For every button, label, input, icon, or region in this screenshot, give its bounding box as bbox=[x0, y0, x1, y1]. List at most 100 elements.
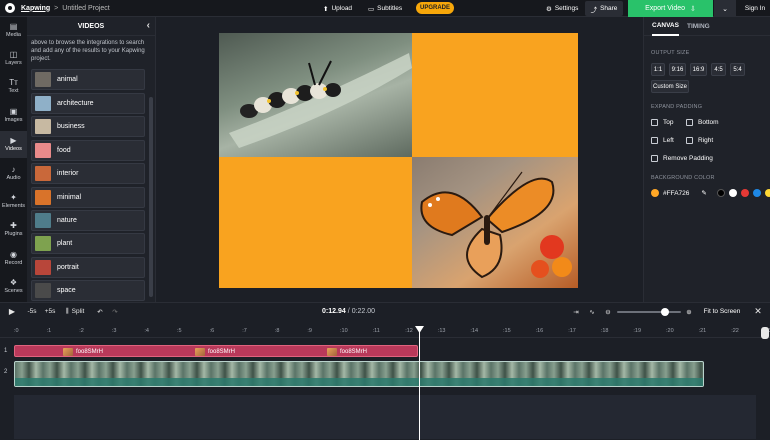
video-clip[interactable] bbox=[14, 361, 704, 387]
clip-thumbnail bbox=[63, 348, 73, 356]
chevron-left-icon[interactable]: ‹ bbox=[147, 20, 150, 31]
zoom-in-icon: ⊕ bbox=[686, 308, 692, 316]
play-button[interactable]: ▶ bbox=[6, 303, 18, 320]
nav-label: Videos bbox=[5, 146, 22, 152]
audio-clip[interactable]: foo8SMrH foo8SMrH foo8SMrH bbox=[14, 345, 418, 357]
nav-videos[interactable]: ▶ Videos bbox=[0, 131, 27, 158]
swatch-blue[interactable] bbox=[752, 189, 761, 197]
current-color-swatch[interactable] bbox=[651, 189, 659, 197]
output-size-title: OUTPUT SIZE bbox=[651, 50, 690, 56]
properties-tabs: CANVAS TIMING bbox=[644, 17, 770, 36]
nav-text[interactable]: Tт Text bbox=[0, 73, 27, 100]
collapse-tracks-button[interactable]: ⇥ bbox=[570, 303, 582, 320]
padding-top-checkbox[interactable]: Top bbox=[651, 119, 673, 126]
split-button[interactable]: ⫼ Split bbox=[62, 303, 88, 320]
nav-audio[interactable]: ♪ Audio bbox=[0, 160, 27, 187]
undo-button[interactable]: ↶ bbox=[95, 303, 105, 320]
nav-media[interactable]: ▤ Media bbox=[0, 17, 27, 44]
remove-padding-checkbox[interactable]: Remove Padding bbox=[651, 155, 713, 162]
ruler-tick-label: :5 bbox=[177, 328, 182, 334]
category-portrait[interactable]: portrait bbox=[31, 257, 145, 278]
custom-size-button[interactable]: Custom Size bbox=[651, 80, 689, 93]
swatch-red[interactable] bbox=[740, 189, 749, 197]
empty-track-area[interactable] bbox=[14, 395, 756, 439]
upload-button[interactable]: ⬆ Upload bbox=[323, 0, 352, 17]
caterpillar-video-tile[interactable] bbox=[219, 33, 412, 157]
time-separator: / bbox=[347, 308, 350, 315]
orange-tile-top-right bbox=[412, 33, 578, 157]
category-thumbnail bbox=[35, 190, 51, 205]
category-space[interactable]: space bbox=[31, 280, 145, 301]
zoom-out-button[interactable]: ⊖ bbox=[603, 303, 613, 320]
category-plant[interactable]: plant bbox=[31, 233, 145, 254]
swatch-yellow[interactable] bbox=[764, 189, 770, 197]
orange-tile-bottom-left bbox=[219, 157, 412, 288]
category-architecture[interactable]: architecture bbox=[31, 93, 145, 114]
playhead[interactable] bbox=[419, 326, 420, 440]
category-thumbnail bbox=[35, 166, 51, 181]
zoom-slider[interactable] bbox=[617, 308, 681, 316]
total-time: 0:22.00 bbox=[351, 308, 376, 315]
upgrade-button[interactable]: UPGRADE bbox=[416, 2, 454, 14]
category-interior[interactable]: interior bbox=[31, 163, 145, 184]
export-video-button[interactable]: Export Video ⇩ bbox=[628, 0, 713, 17]
size-4-5-button[interactable]: 4:5 bbox=[711, 63, 726, 76]
category-minimal[interactable]: minimal bbox=[31, 187, 145, 208]
nav-record[interactable]: ◉ Record bbox=[0, 245, 27, 272]
category-business[interactable]: business bbox=[31, 116, 145, 137]
nav-layers[interactable]: ◫ Layers bbox=[0, 45, 27, 72]
category-food[interactable]: food bbox=[31, 140, 145, 161]
padding-right-checkbox[interactable]: Right bbox=[686, 137, 713, 144]
skip-back-button[interactable]: -5s bbox=[24, 303, 40, 320]
size-16-9-button[interactable]: 16:9 bbox=[690, 63, 707, 76]
padding-left-checkbox[interactable]: Left bbox=[651, 137, 674, 144]
category-animal[interactable]: animal bbox=[31, 69, 145, 90]
tab-canvas[interactable]: CANVAS bbox=[652, 17, 679, 36]
nav-plugins[interactable]: ✚ Plugins bbox=[0, 216, 27, 243]
timeline-scrollbar[interactable] bbox=[761, 327, 769, 339]
project-title[interactable]: Untitled Project bbox=[62, 5, 109, 12]
close-timeline-button[interactable]: ✕ bbox=[752, 303, 764, 320]
redo-button[interactable]: ↷ bbox=[110, 303, 120, 320]
ruler-tick-label: :16 bbox=[535, 328, 544, 334]
brand-link[interactable]: Kapwing bbox=[21, 5, 50, 12]
zoom-in-button[interactable]: ⊕ bbox=[684, 303, 694, 320]
track-number: 2 bbox=[4, 369, 8, 375]
subtitles-button[interactable]: ▭ Subtitles bbox=[368, 0, 402, 17]
tab-timing[interactable]: TIMING bbox=[687, 18, 710, 35]
category-thumbnail bbox=[35, 143, 51, 158]
eyedropper-icon[interactable]: ✎ bbox=[701, 189, 706, 197]
settings-button[interactable]: ⚙ Settings bbox=[546, 0, 578, 17]
category-thumbnail bbox=[35, 119, 51, 134]
editor-canvas[interactable] bbox=[219, 33, 578, 288]
swatch-black[interactable] bbox=[716, 189, 725, 197]
redo-icon: ↷ bbox=[112, 308, 118, 316]
zoom-slider-knob[interactable] bbox=[661, 308, 669, 316]
panel-scrollbar[interactable] bbox=[149, 97, 153, 297]
size-1-1-button[interactable]: 1:1 bbox=[651, 63, 665, 76]
nav-scenes[interactable]: ❖ Scenes bbox=[0, 273, 27, 300]
audio-waveform-button[interactable]: ∿ bbox=[586, 303, 598, 320]
category-nature[interactable]: nature bbox=[31, 210, 145, 231]
swatch-white[interactable] bbox=[728, 189, 737, 197]
skip-forward-button[interactable]: +5s bbox=[42, 303, 58, 320]
image-icon: ▣ bbox=[9, 107, 18, 116]
size-5-4-button[interactable]: 5:4 bbox=[730, 63, 745, 76]
fit-to-screen-button[interactable]: Fit to Screen bbox=[700, 305, 744, 318]
category-label: animal bbox=[57, 76, 78, 83]
background-hex-value[interactable]: #FFA726 bbox=[663, 190, 689, 197]
padding-bottom-checkbox[interactable]: Bottom bbox=[686, 119, 719, 126]
nav-elements[interactable]: ✦ Elements bbox=[0, 188, 27, 215]
clip-name: foo8SMrH bbox=[340, 349, 368, 355]
nav-images[interactable]: ▣ Images bbox=[0, 102, 27, 129]
butterfly-video-tile[interactable] bbox=[412, 157, 578, 288]
kapwing-logo-icon[interactable] bbox=[5, 3, 15, 13]
share-button[interactable]: ⤴ Share bbox=[585, 1, 623, 16]
ruler-tick-label: :2 bbox=[79, 328, 84, 334]
ruler-tick-label: :18 bbox=[600, 328, 609, 334]
sign-in-button[interactable]: Sign In bbox=[740, 0, 770, 17]
timeline-ruler[interactable]: :0:1:2:3:4:5:6:7:8:9:10:11:12:13:14:15:1… bbox=[0, 326, 770, 338]
size-9-16-button[interactable]: 9:16 bbox=[669, 63, 686, 76]
export-options-button[interactable]: ⌄ bbox=[714, 0, 736, 17]
export-label: Export Video bbox=[645, 5, 686, 12]
